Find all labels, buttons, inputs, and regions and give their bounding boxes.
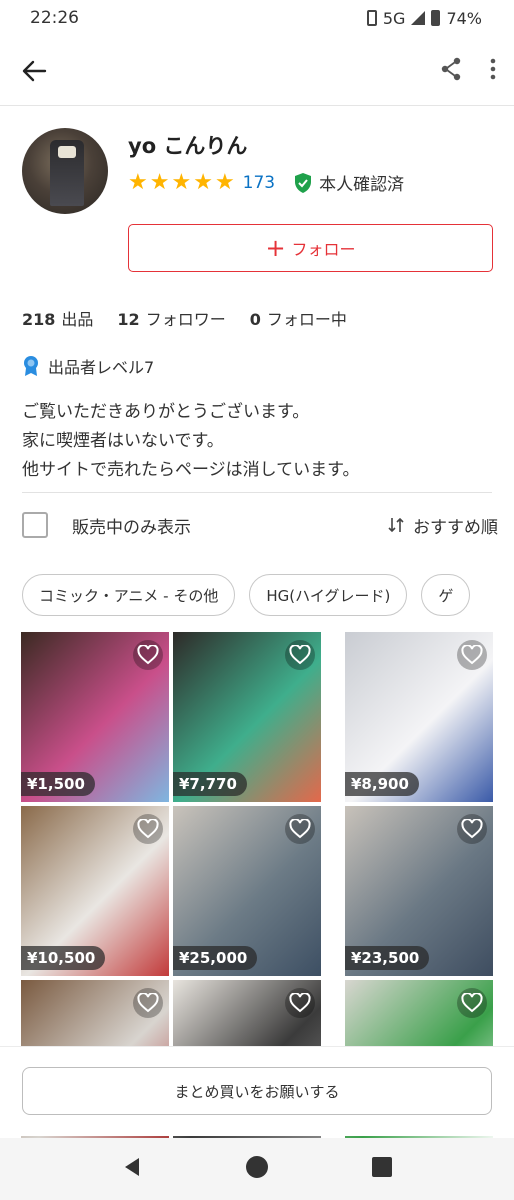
- item-tile[interactable]: ¥25,000: [173, 806, 321, 976]
- status-time: 22:26: [30, 8, 79, 28]
- follow-label: フォロー: [291, 240, 356, 259]
- favorite-heart-icon[interactable]: [285, 814, 315, 844]
- signal-icon: [411, 11, 426, 25]
- verified-label: 本人確認済: [319, 175, 405, 195]
- nav-back-icon[interactable]: [121, 1156, 143, 1182]
- bulk-bar: まとめ買いをお願いする: [0, 1046, 514, 1136]
- category-chips: コミック・アニメ - その他 HG(ハイグレード) ゲ: [22, 574, 514, 616]
- more-vert-icon[interactable]: [490, 58, 496, 84]
- profile-stats: 218 出品 12 フォロワー 0 フォロー中: [22, 306, 347, 330]
- favorite-heart-icon[interactable]: [285, 988, 315, 1018]
- star-icon: ★: [149, 169, 170, 195]
- star-icon: ★: [171, 169, 192, 195]
- item-tile[interactable]: ¥7,770: [173, 632, 321, 802]
- nav-recents-icon[interactable]: [371, 1156, 393, 1182]
- favorite-heart-icon[interactable]: [285, 640, 315, 670]
- item-price: ¥1,500: [21, 772, 95, 796]
- star-icon: ★: [214, 169, 235, 195]
- seller-level[interactable]: 出品者レベル7: [22, 354, 154, 378]
- follow-button[interactable]: + フォロー: [128, 224, 493, 272]
- status-icons: 5G 74%: [366, 8, 482, 28]
- item-tile[interactable]: ¥8,900: [345, 632, 493, 802]
- app-bar: [0, 36, 514, 106]
- favorite-heart-icon[interactable]: [457, 814, 487, 844]
- on-sale-checkbox[interactable]: [22, 512, 48, 538]
- item-price: ¥7,770: [173, 772, 247, 796]
- on-sale-label: 販売中のみ表示: [72, 517, 191, 538]
- item-tile[interactable]: ¥23,500: [345, 806, 493, 976]
- favorite-heart-icon[interactable]: [133, 988, 163, 1018]
- user-name: yo こんりん: [128, 134, 248, 158]
- favorite-heart-icon[interactable]: [133, 814, 163, 844]
- favorite-heart-icon[interactable]: [457, 640, 487, 670]
- filter-row: 販売中のみ表示 おすすめ順: [22, 508, 498, 542]
- rating-count[interactable]: 173: [243, 173, 275, 193]
- status-bar: 22:26 5G 74%: [0, 0, 514, 36]
- followers-stat[interactable]: 12 フォロワー: [117, 306, 225, 330]
- following-stat[interactable]: 0 フォロー中: [250, 306, 347, 330]
- item-tile[interactable]: ¥1,500: [21, 632, 169, 802]
- rating-row[interactable]: ★ ★ ★ ★ ★ 173 本人確認済: [128, 170, 404, 195]
- favorite-heart-icon[interactable]: [133, 640, 163, 670]
- star-icon: ★: [193, 169, 213, 195]
- profile-bio: ご覧いただきありがとうございます。 家に喫煙者はいないです。 他サイトで売れたら…: [22, 398, 359, 485]
- bio-line: 他サイトで売れたらページは消しています。: [22, 460, 360, 480]
- rating-stars: ★ ★ ★ ★ ★: [128, 169, 235, 195]
- plus-icon: +: [265, 234, 286, 262]
- sort-icon: [388, 517, 404, 533]
- battery-icon: [431, 10, 441, 26]
- medal-icon: [24, 356, 38, 376]
- star-icon: ★: [128, 169, 148, 195]
- item-tile[interactable]: ¥10,500: [21, 806, 169, 976]
- bulk-purchase-button[interactable]: まとめ買いをお願いする: [22, 1067, 492, 1115]
- network-label: 5G: [382, 8, 406, 28]
- bio-line: 家に喫煙者はいないです。: [22, 431, 224, 451]
- divider: [22, 492, 492, 493]
- favorite-heart-icon[interactable]: [457, 988, 487, 1018]
- listings-stat[interactable]: 218 出品: [22, 306, 93, 330]
- bio-line: ご覧いただきありがとうございます。: [22, 402, 310, 422]
- nav-home-icon[interactable]: [245, 1155, 269, 1183]
- system-nav-bar: [0, 1138, 514, 1200]
- avatar[interactable]: [22, 128, 108, 214]
- sort-label: おすすめ順: [413, 517, 498, 538]
- vibrate-icon: [366, 10, 377, 26]
- back-arrow-icon[interactable]: [18, 55, 50, 87]
- verified-shield-icon: [295, 172, 312, 193]
- item-price: ¥10,500: [21, 946, 106, 970]
- on-sale-only-toggle[interactable]: 販売中のみ表示: [22, 512, 191, 538]
- verified-badge: 本人確認済: [293, 170, 404, 195]
- seller-level-label: 出品者レベル7: [48, 358, 155, 377]
- category-chip[interactable]: ゲ: [421, 574, 471, 616]
- battery-level: 74%: [446, 8, 482, 28]
- item-price: ¥23,500: [345, 946, 430, 970]
- category-chip[interactable]: HG(ハイグレード): [249, 574, 408, 616]
- item-price: ¥8,900: [345, 772, 419, 796]
- share-icon[interactable]: [440, 57, 462, 85]
- sort-button[interactable]: おすすめ順: [387, 513, 498, 538]
- category-chip[interactable]: コミック・アニメ - その他: [22, 574, 236, 616]
- item-price: ¥25,000: [173, 946, 258, 970]
